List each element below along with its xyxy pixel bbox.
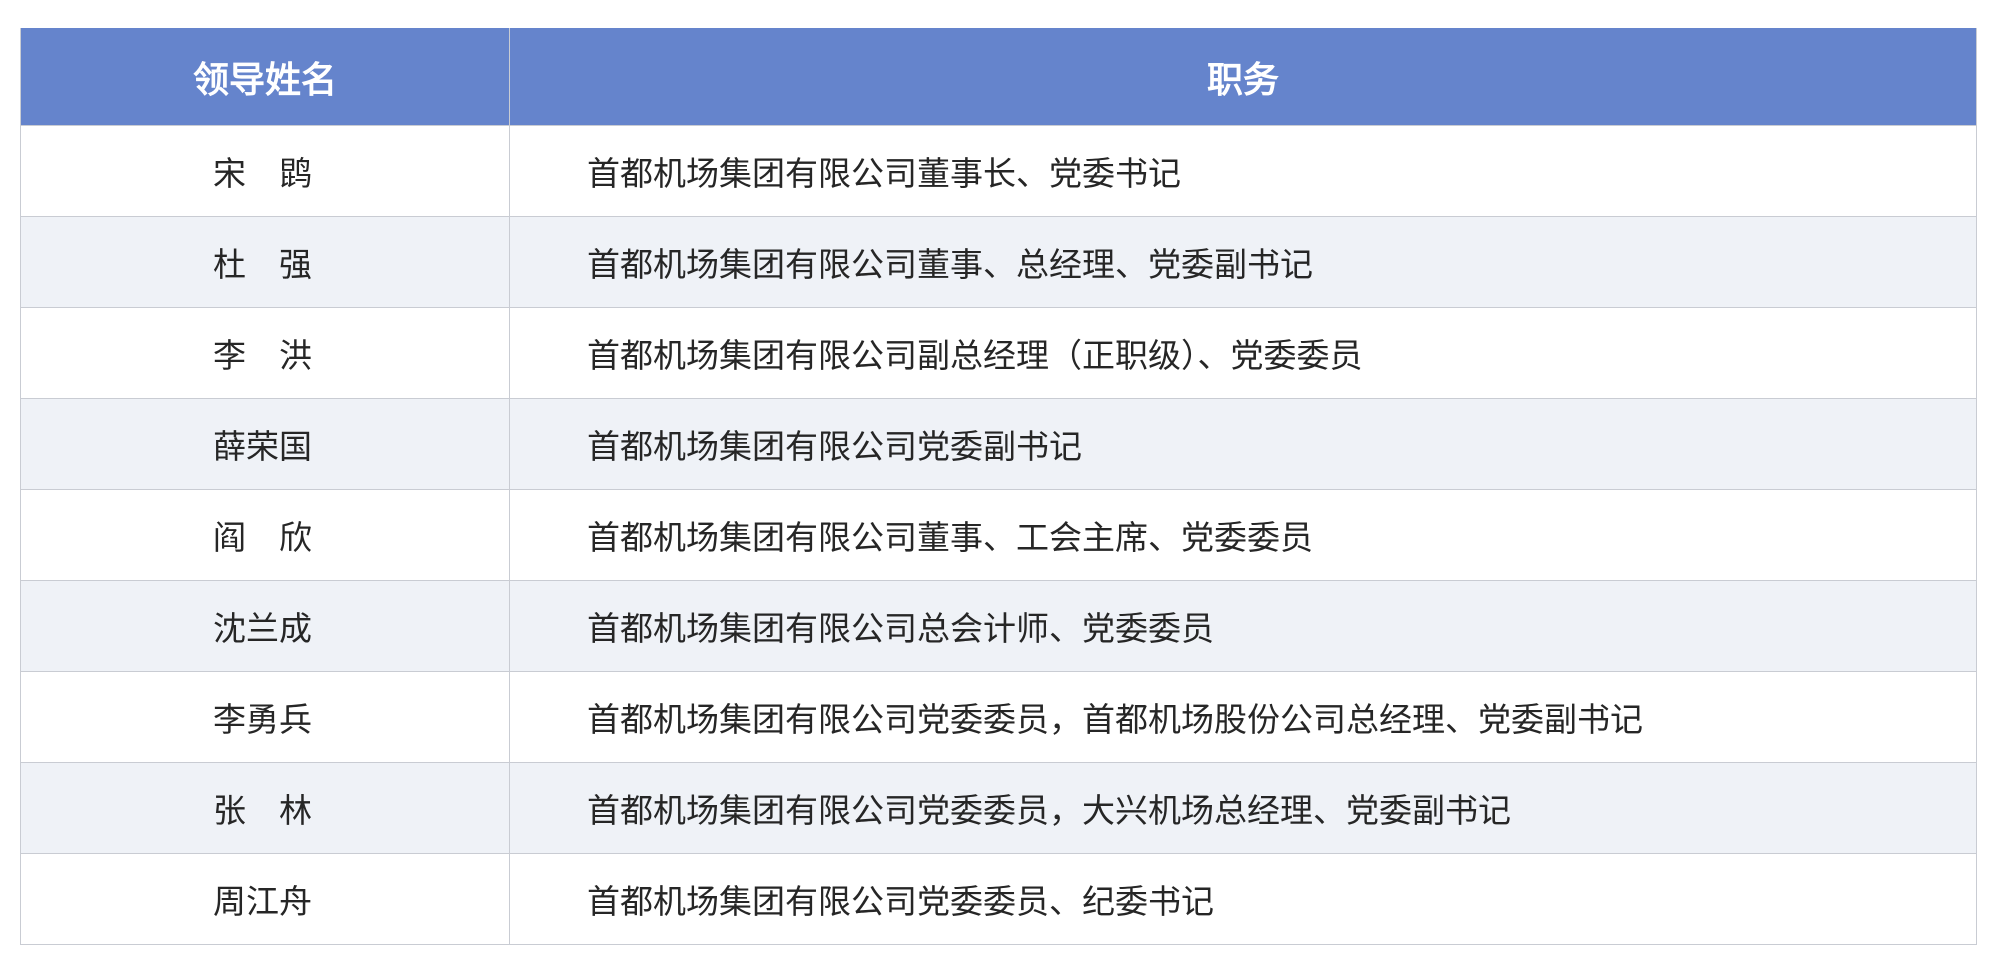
leader-duty-cell: 首都机场集团有限公司董事、工会主席、党委委员 bbox=[509, 489, 1977, 581]
table-row: 宋 鹍 首都机场集团有限公司董事长、党委书记 bbox=[20, 125, 1977, 217]
leader-duty-cell: 首都机场集团有限公司党委副书记 bbox=[509, 398, 1977, 490]
leader-name-cell: 宋 鹍 bbox=[20, 125, 510, 217]
table-row: 薛荣国 首都机场集团有限公司党委副书记 bbox=[20, 398, 1977, 490]
leader-name-cell: 沈兰成 bbox=[20, 580, 510, 672]
leader-duty-cell: 首都机场集团有限公司党委委员，首都机场股份公司总经理、党委副书记 bbox=[509, 671, 1977, 763]
leader-name-cell: 李勇兵 bbox=[20, 671, 510, 763]
table-row: 周江舟 首都机场集团有限公司党委委员、纪委书记 bbox=[20, 853, 1977, 945]
header-leader-name: 领导姓名 bbox=[20, 28, 510, 126]
leader-duty-cell: 首都机场集团有限公司董事长、党委书记 bbox=[509, 125, 1977, 217]
leader-name-cell: 薛荣国 bbox=[20, 398, 510, 490]
leader-name-cell: 李 洪 bbox=[20, 307, 510, 399]
table-row: 李 洪 首都机场集团有限公司副总经理（正职级）、党委委员 bbox=[20, 307, 1977, 399]
table-row: 沈兰成 首都机场集团有限公司总会计师、党委委员 bbox=[20, 580, 1977, 672]
table-row: 李勇兵 首都机场集团有限公司党委委员，首都机场股份公司总经理、党委副书记 bbox=[20, 671, 1977, 763]
leader-duty-cell: 首都机场集团有限公司总会计师、党委委员 bbox=[509, 580, 1977, 672]
leader-duty-cell: 首都机场集团有限公司党委委员，大兴机场总经理、党委副书记 bbox=[509, 762, 1977, 854]
table-row: 阎 欣 首都机场集团有限公司董事、工会主席、党委委员 bbox=[20, 489, 1977, 581]
table-row: 杜 强 首都机场集团有限公司董事、总经理、党委副书记 bbox=[20, 216, 1977, 308]
leader-name-cell: 阎 欣 bbox=[20, 489, 510, 581]
leader-duty-cell: 首都机场集团有限公司副总经理（正职级）、党委委员 bbox=[509, 307, 1977, 399]
leader-duty-cell: 首都机场集团有限公司董事、总经理、党委副书记 bbox=[509, 216, 1977, 308]
leader-name-cell: 张 林 bbox=[20, 762, 510, 854]
header-duty: 职务 bbox=[509, 28, 1977, 126]
leader-name-cell: 周江舟 bbox=[20, 853, 510, 945]
leaders-table: 领导姓名 职务 宋 鹍 首都机场集团有限公司董事长、党委书记 杜 强 首都机场集… bbox=[20, 28, 1977, 945]
table-header-row: 领导姓名 职务 bbox=[20, 28, 1977, 126]
leader-name-cell: 杜 强 bbox=[20, 216, 510, 308]
leader-duty-cell: 首都机场集团有限公司党委委员、纪委书记 bbox=[509, 853, 1977, 945]
table-row: 张 林 首都机场集团有限公司党委委员，大兴机场总经理、党委副书记 bbox=[20, 762, 1977, 854]
